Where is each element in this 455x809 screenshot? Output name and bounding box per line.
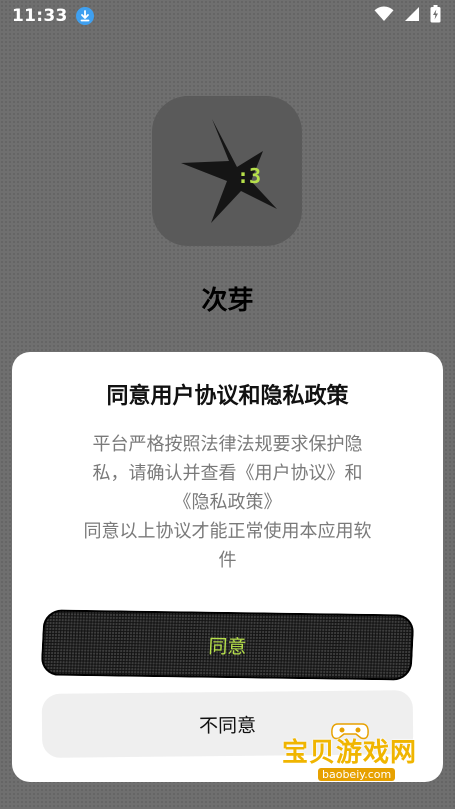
dialog-body: 平台严格按照法律法规要求保护隐 私，请确认并查看《用户协议》和 《隐私政策》 同…	[62, 430, 393, 575]
status-time: 11:33	[12, 6, 68, 26]
app-name: 次芽	[201, 286, 254, 316]
wifi-icon	[374, 6, 394, 26]
dialog-body-line: 私，请确认并查看《用户协议》和	[92, 463, 363, 484]
status-bar: 11:33	[0, 0, 455, 32]
dialog-body-line: 平台严格按照法律法规要求保护隐	[92, 434, 363, 455]
dialog-body-line: 同意以上协议才能正常使用本应用软	[83, 521, 372, 542]
download-icon	[75, 7, 94, 25]
dialog-body-line: 件	[218, 550, 237, 571]
watermark-url: baobeiy.com	[318, 768, 396, 781]
status-right	[374, 5, 441, 27]
status-left: 11:33	[12, 6, 94, 26]
app-icon-text: :3	[237, 164, 261, 188]
watermark-text: 宝贝游戏网	[282, 738, 418, 768]
agree-button-label: 同意	[207, 635, 247, 658]
dialog-title: 同意用户协议和隐私政策	[106, 384, 349, 409]
signal-icon	[404, 6, 420, 26]
disagree-button-label: 不同意	[198, 714, 257, 737]
app-icon: :3	[152, 96, 302, 246]
agree-button[interactable]: 同意	[40, 609, 415, 681]
watermark: 宝贝游戏网 baobeiy.com	[270, 720, 430, 800]
app-logo-star: :3	[181, 119, 277, 223]
privacy-dialog: 同意用户协议和隐私政策 平台严格按照法律法规要求保护隐 私，请确认并查看《用户协…	[12, 352, 443, 782]
battery-charging-icon	[430, 5, 441, 27]
dialog-body-line: 《隐私政策》	[173, 492, 282, 513]
